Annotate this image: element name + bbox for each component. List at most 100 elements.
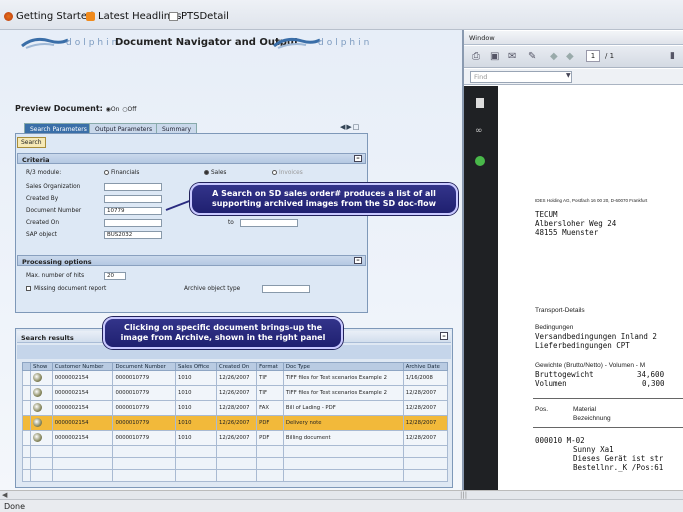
row-selector[interactable]	[22, 400, 31, 416]
sales-org-label: Sales Organization	[26, 184, 81, 190]
page-number-input[interactable]: 1	[586, 50, 600, 62]
sales-org-input[interactable]	[104, 183, 162, 191]
pdf-divider	[533, 427, 683, 428]
document-number-cell: 0000010779	[112, 385, 177, 401]
max-hits-label: Max. number of hits	[26, 273, 85, 279]
show-document-icon[interactable]	[33, 402, 42, 412]
created-on-to-input[interactable]	[240, 219, 298, 227]
favorite-ptsdetail[interactable]: PTSDetail	[169, 11, 229, 22]
document-number-cell: 0000010779	[112, 370, 177, 386]
show-cell[interactable]	[30, 385, 53, 401]
missing-document-report-checkbox[interactable]: Missing document report	[26, 286, 106, 292]
pdf-item-no: 000010 M-02	[535, 436, 585, 445]
archive-type-input[interactable]	[262, 285, 310, 293]
module-sales-radio[interactable]: Sales	[204, 170, 226, 176]
document-number-cell: 0000010779	[112, 415, 177, 431]
customer-number-cell: 0000002154	[51, 415, 114, 431]
preview-document-toggle: Preview Document: ◉On ○Off	[15, 104, 137, 113]
email-icon[interactable]: ✉	[508, 51, 516, 62]
table-row[interactable]: 0000002154 0000010779 1010 12/26/2007 PD…	[22, 430, 449, 446]
created-on-cell: 12/26/2007	[215, 385, 258, 401]
document-number-input[interactable]: 10779	[104, 207, 162, 215]
table-row-selected[interactable]: 0000002154 0000010779 1010 12/26/2007 PD…	[22, 415, 449, 431]
pages-icon[interactable]	[476, 98, 484, 108]
show-document-icon[interactable]	[33, 432, 42, 442]
pdf-liefer: Lieferbedingungen CPT	[535, 341, 630, 350]
next-page-icon[interactable]: ◆	[566, 51, 574, 62]
col-show[interactable]: Show	[30, 362, 53, 371]
pdf-sidebar: ∞	[464, 86, 498, 498]
table-row[interactable]: 0000002154 0000010779 1010 12/26/2007 TI…	[22, 385, 449, 401]
show-cell[interactable]	[30, 430, 53, 446]
pdf-versand: Versandbedingungen Inland 2	[535, 332, 657, 341]
preview-on-radio[interactable]: ◉On	[106, 106, 120, 113]
show-cell[interactable]	[30, 370, 53, 386]
col-customer-number[interactable]: Customer Number	[51, 362, 114, 371]
status-bar: Done	[0, 499, 683, 512]
sales-office-cell: 1010	[175, 370, 217, 386]
collapse-icon[interactable]: –	[354, 257, 362, 264]
preview-off-radio[interactable]: ○Off	[122, 106, 136, 113]
collapse-icon[interactable]: –	[354, 155, 362, 162]
pdf-pos: Pos.	[535, 406, 549, 413]
show-document-icon[interactable]	[33, 372, 42, 382]
show-document-icon[interactable]	[33, 417, 42, 427]
table-row[interactable]: 0000002154 0000010779 1010 12/26/2007 TI…	[22, 370, 449, 386]
col-format[interactable]: Format	[256, 362, 284, 371]
pdf-sender-line: IDES Holding AG, Postfach 16 00 20, D-60…	[535, 198, 648, 203]
show-document-icon[interactable]	[33, 387, 42, 397]
created-on-cell: 12/26/2007	[215, 415, 258, 431]
find-dropdown-icon[interactable]: ▼	[566, 72, 571, 79]
doc-type-cell: Bill of Lading - PDF	[282, 400, 404, 416]
scroll-grip-icon[interactable]: |||	[460, 491, 467, 499]
format-cell: PDF	[256, 415, 284, 431]
favorite-latest-headlines[interactable]: Latest Headlines	[86, 11, 182, 22]
created-on-from-input[interactable]	[104, 219, 162, 227]
pdf-gewichte: Gewichte (Brutto/Netto) - Volumen - M	[535, 362, 646, 369]
pdf-addr-2: Albersloher Weg 24	[535, 219, 617, 228]
horizontal-scrollbar[interactable]: ◀ |||	[0, 490, 683, 499]
pdf-brutto-label: Bruttogewicht	[535, 370, 594, 379]
pdf-addr-1: TECUM	[535, 210, 558, 219]
created-by-input[interactable]	[104, 195, 162, 203]
pdf-volumen-label: Volumen	[535, 379, 567, 388]
max-hits-input[interactable]: 20	[104, 272, 126, 280]
show-cell[interactable]	[30, 400, 53, 416]
module-invoices-radio[interactable]: Invoices	[272, 170, 303, 176]
col-document-number[interactable]: Document Number	[112, 362, 177, 371]
col-archive-date[interactable]: Archive Date	[402, 362, 449, 371]
dolphin-wave-icon	[273, 37, 321, 49]
created-on-cell: 12/26/2007	[215, 370, 258, 386]
prev-page-icon[interactable]: ◆	[550, 51, 558, 62]
module-financials-radio[interactable]: Financials	[104, 170, 139, 176]
attachments-icon[interactable]: ∞	[475, 126, 483, 136]
sap-object-input[interactable]: BUS2032	[104, 231, 162, 239]
collapse-icon[interactable]: –	[440, 332, 448, 340]
pdf-item-line-1: Sunny Xa1	[573, 445, 614, 454]
col-created-on[interactable]: Created On	[215, 362, 258, 371]
scroll-left-icon[interactable]: ◀	[2, 491, 7, 499]
results-table: Show Customer Number Document Number Sal…	[22, 362, 449, 482]
search-button[interactable]: Search	[17, 137, 46, 148]
sales-office-cell: 1010	[175, 400, 217, 416]
status-icon[interactable]	[475, 156, 485, 166]
show-cell[interactable]	[30, 415, 53, 431]
row-selector[interactable]	[22, 370, 31, 386]
col-sales-office[interactable]: Sales Office	[175, 362, 217, 371]
pdf-material: Material	[573, 406, 597, 413]
sap-object-label: SAP object	[26, 232, 57, 238]
panel-nav-icons[interactable]: ◀▶□	[340, 123, 360, 131]
find-input[interactable]: Find	[470, 71, 572, 83]
tools-icon[interactable]: ✎	[528, 51, 536, 62]
print-icon[interactable]: ⎙	[472, 51, 480, 62]
row-selector[interactable]	[22, 385, 31, 401]
select-tool-icon[interactable]: ▮	[670, 51, 675, 61]
table-row[interactable]: 0000002154 0000010779 1010 12/28/2007 FA…	[22, 400, 449, 416]
col-doc-type[interactable]: Doc Type	[282, 362, 404, 371]
save-icon[interactable]: ▣	[490, 51, 499, 62]
row-selector[interactable]	[22, 430, 31, 446]
archive-type-label: Archive object type	[184, 286, 241, 292]
created-on-cell: 12/26/2007	[215, 430, 258, 446]
favorite-getting-started[interactable]: Getting Started	[4, 11, 93, 22]
row-selector[interactable]	[22, 415, 31, 431]
